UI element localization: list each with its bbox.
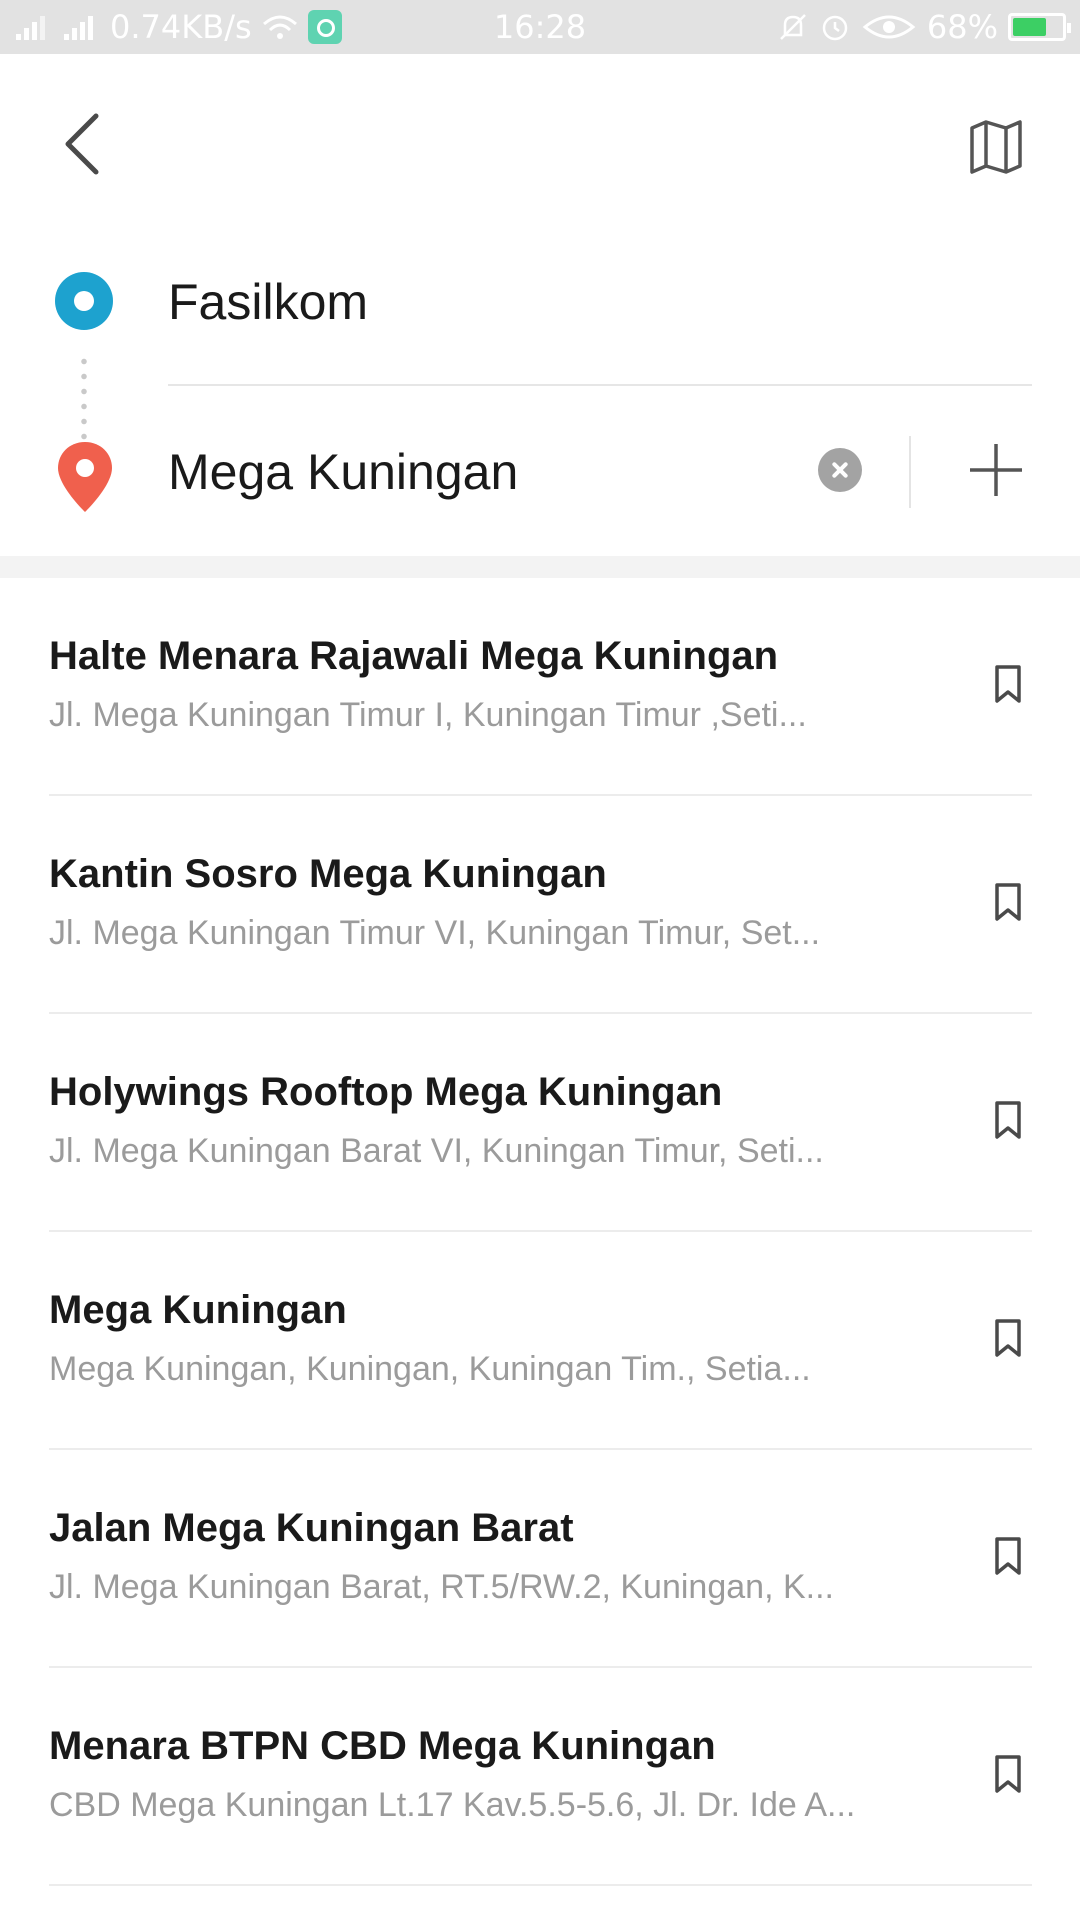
section-separator bbox=[0, 556, 1080, 578]
result-address: Jl. Mega Kuningan Timur I, Kuningan Timu… bbox=[49, 696, 807, 734]
results-list: Halte Menara Rajawali Mega Kuningan Jl. M… bbox=[0, 578, 1080, 1886]
result-address: Jl. Mega Kuningan Barat, RT.5/RW.2, Kuni… bbox=[49, 1568, 834, 1606]
header bbox=[0, 54, 1080, 214]
status-bar: 0.74KB/s 16:28 68% bbox=[0, 0, 1080, 54]
list-item[interactable]: Menara BTPN CBD Mega Kuningan CBD Mega Ku… bbox=[0, 1668, 1080, 1886]
route-inputs: Fasilkom Mega Kuningan bbox=[0, 214, 1080, 559]
result-address: CBD Mega Kuningan Lt.17 Kav.5.5-5.6, Jl.… bbox=[49, 1786, 856, 1824]
list-item[interactable]: Mega Kuningan Mega Kuningan, Kuningan, Ku… bbox=[0, 1232, 1080, 1450]
bookmark-icon[interactable] bbox=[992, 1100, 1024, 1140]
destination-pin-icon bbox=[58, 442, 112, 512]
clear-icon[interactable] bbox=[818, 448, 862, 492]
eye-icon bbox=[862, 15, 916, 39]
result-address: Mega Kuningan, Kuningan, Kuningan Tim., … bbox=[49, 1350, 811, 1388]
result-title: Jalan Mega Kuningan Barat bbox=[49, 1506, 574, 1550]
bookmark-icon[interactable] bbox=[992, 1536, 1024, 1576]
list-item[interactable]: Holywings Rooftop Mega Kuningan Jl. Mega … bbox=[0, 1014, 1080, 1232]
result-title: Holywings Rooftop Mega Kuningan bbox=[49, 1070, 723, 1114]
battery-level bbox=[1013, 18, 1046, 36]
clock: 16:28 bbox=[493, 8, 587, 46]
mute-bell-icon bbox=[779, 14, 806, 40]
battery-percent: 68% bbox=[926, 8, 998, 46]
list-item[interactable]: Halte Menara Rajawali Mega Kuningan Jl. M… bbox=[0, 578, 1080, 796]
list-item[interactable]: Jalan Mega Kuningan Barat Jl. Mega Kuning… bbox=[0, 1450, 1080, 1668]
list-divider bbox=[49, 1884, 1032, 1886]
route-divider bbox=[168, 384, 1032, 386]
origin-marker-icon bbox=[55, 272, 113, 330]
bookmark-icon[interactable] bbox=[992, 1754, 1024, 1794]
origin-field[interactable]: Fasilkom bbox=[168, 272, 368, 332]
result-address: Jl. Mega Kuningan Timur VI, Kuningan Tim… bbox=[49, 914, 821, 952]
map-icon[interactable] bbox=[964, 114, 1028, 178]
result-title: Menara BTPN CBD Mega Kuningan bbox=[49, 1724, 716, 1768]
route-connector bbox=[81, 354, 87, 444]
battery-icon bbox=[1008, 13, 1071, 41]
add-stop-icon[interactable] bbox=[964, 438, 1028, 502]
bookmark-icon[interactable] bbox=[992, 882, 1024, 922]
chevron-left-icon[interactable] bbox=[52, 104, 116, 184]
result-title: Kantin Sosro Mega Kuningan bbox=[49, 852, 607, 896]
bookmark-icon[interactable] bbox=[992, 664, 1024, 704]
alarm-icon bbox=[822, 15, 848, 41]
result-title: Mega Kuningan bbox=[49, 1288, 347, 1332]
list-item[interactable]: Kantin Sosro Mega Kuningan Jl. Mega Kunin… bbox=[0, 796, 1080, 1014]
result-title: Halte Menara Rajawali Mega Kuningan bbox=[49, 634, 779, 678]
vertical-divider bbox=[909, 436, 911, 508]
result-address: Jl. Mega Kuningan Barat VI, Kuningan Tim… bbox=[49, 1132, 824, 1170]
destination-field[interactable]: Mega Kuningan bbox=[168, 442, 518, 502]
bookmark-icon[interactable] bbox=[992, 1318, 1024, 1358]
status-right: 68% bbox=[767, 8, 1071, 46]
